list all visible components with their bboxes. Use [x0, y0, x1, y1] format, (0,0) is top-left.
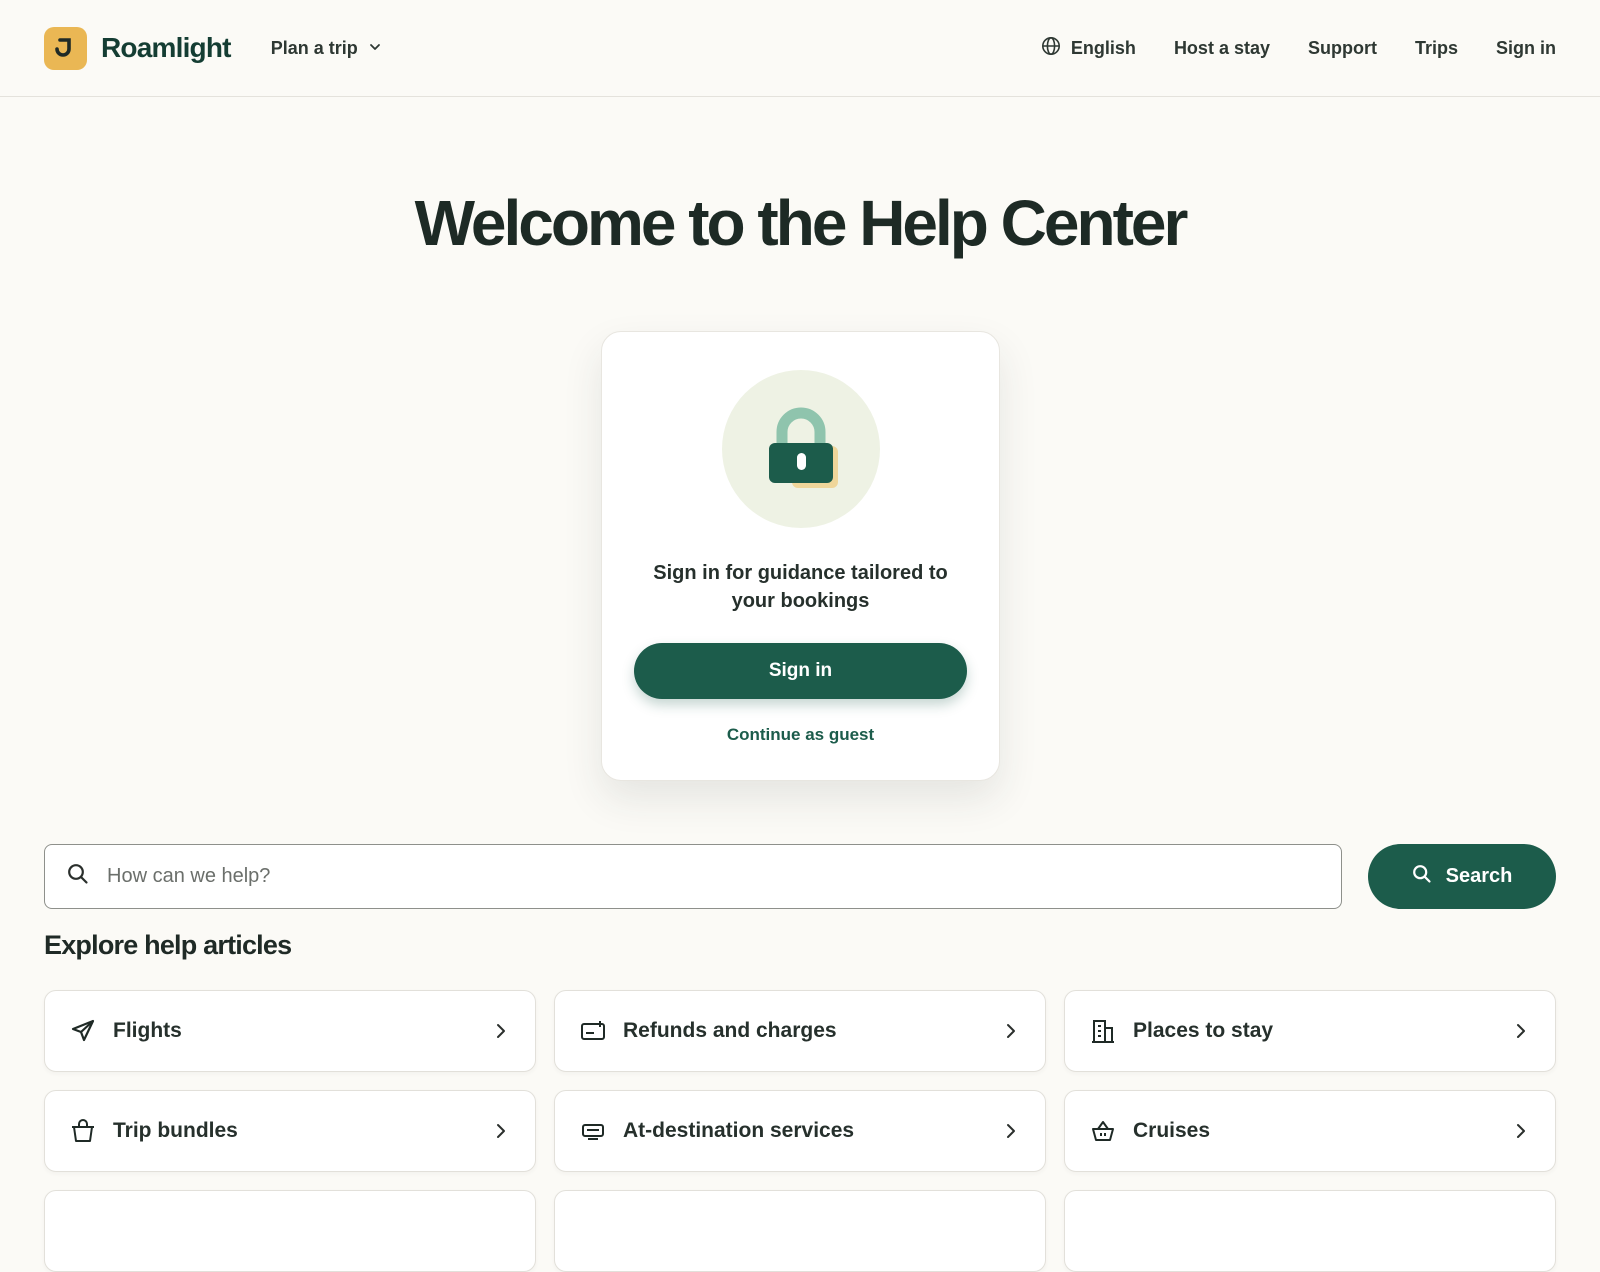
- sign-in-prompt: Sign in for guidance tailored to your bo…: [653, 562, 948, 612]
- plan-trip-dropdown[interactable]: Plan a trip: [271, 38, 382, 59]
- chevron-right-icon: [1511, 1021, 1531, 1041]
- search-button[interactable]: Search: [1368, 844, 1556, 909]
- nav-links: English Host a stay Support Trips Sign i…: [1041, 36, 1556, 61]
- building-icon: [1089, 1017, 1117, 1045]
- globe-icon: [1041, 36, 1061, 61]
- topic-label: Places to stay: [1133, 1019, 1274, 1042]
- brand-logo[interactable]: Roamlight: [44, 26, 231, 70]
- chevron-down-icon: [368, 38, 382, 59]
- page-title: Welcome to the Help Center: [414, 187, 1189, 259]
- help-search-row: Search: [44, 844, 1556, 909]
- top-nav-bar: Roamlight Plan a trip English Host a sta…: [0, 0, 1600, 97]
- bag-icon: [69, 1117, 97, 1145]
- topic-label: At-destination services: [623, 1119, 855, 1142]
- ticket-icon: [579, 1017, 607, 1045]
- continue-as-guest-link[interactable]: Continue as guest: [602, 725, 999, 745]
- search-button-icon: [1412, 864, 1432, 890]
- sign-in-card: Sign in for guidance tailored to your bo…: [601, 331, 1000, 781]
- chevron-right-icon: [1001, 1121, 1021, 1141]
- language-selector[interactable]: English: [1041, 36, 1136, 61]
- search-button-label: Search: [1445, 865, 1513, 887]
- language-label: English: [1070, 37, 1136, 58]
- header-sign-in-link[interactable]: Sign in: [1496, 38, 1556, 59]
- topic-card-cut-off[interactable]: [554, 1190, 1046, 1272]
- topic-label: Cruises: [1133, 1119, 1211, 1142]
- sign-in-button[interactable]: Sign in: [634, 643, 967, 699]
- topic-label: Refunds and charges: [623, 1019, 837, 1042]
- lock-illustration: [722, 370, 880, 528]
- topic-label: Flights: [113, 1019, 182, 1042]
- lock-icon: [769, 407, 838, 488]
- services-icon: [579, 1117, 607, 1145]
- search-field[interactable]: [44, 844, 1342, 909]
- topic-card-flights[interactable]: Flights: [44, 990, 536, 1072]
- basket-icon: [1089, 1117, 1117, 1145]
- topic-card-cruises[interactable]: Cruises: [1064, 1090, 1556, 1172]
- topic-card-trip-bundles[interactable]: Trip bundles: [44, 1090, 536, 1172]
- explore-articles-heading: Explore help articles: [44, 930, 292, 960]
- topic-card-cut-off[interactable]: [44, 1190, 536, 1272]
- brand-name: Roamlight: [101, 32, 231, 63]
- topic-label: Trip bundles: [113, 1119, 238, 1142]
- chevron-right-icon: [491, 1021, 511, 1041]
- plan-trip-label: Plan a trip: [270, 37, 358, 58]
- host-a-stay-link[interactable]: Host a stay: [1174, 38, 1270, 59]
- plane-icon: [69, 1017, 97, 1045]
- help-topics-grid: Flights Refunds and charges Places to st…: [44, 990, 1556, 1272]
- topic-card-places-to-stay[interactable]: Places to stay: [1064, 990, 1556, 1072]
- roamlight-logo-icon: [44, 26, 87, 70]
- chevron-right-icon: [491, 1121, 511, 1141]
- chevron-right-icon: [1001, 1021, 1021, 1041]
- support-link[interactable]: Support: [1308, 38, 1377, 59]
- chevron-right-icon: [1511, 1121, 1531, 1141]
- trips-link[interactable]: Trips: [1415, 38, 1458, 59]
- topic-card-refunds-and-charges[interactable]: Refunds and charges: [554, 990, 1046, 1072]
- search-icon: [67, 863, 89, 890]
- topic-card-cut-off[interactable]: [1064, 1190, 1556, 1272]
- search-input[interactable]: [107, 865, 1319, 888]
- topic-card-at-destination-services[interactable]: At-destination services: [554, 1090, 1046, 1172]
